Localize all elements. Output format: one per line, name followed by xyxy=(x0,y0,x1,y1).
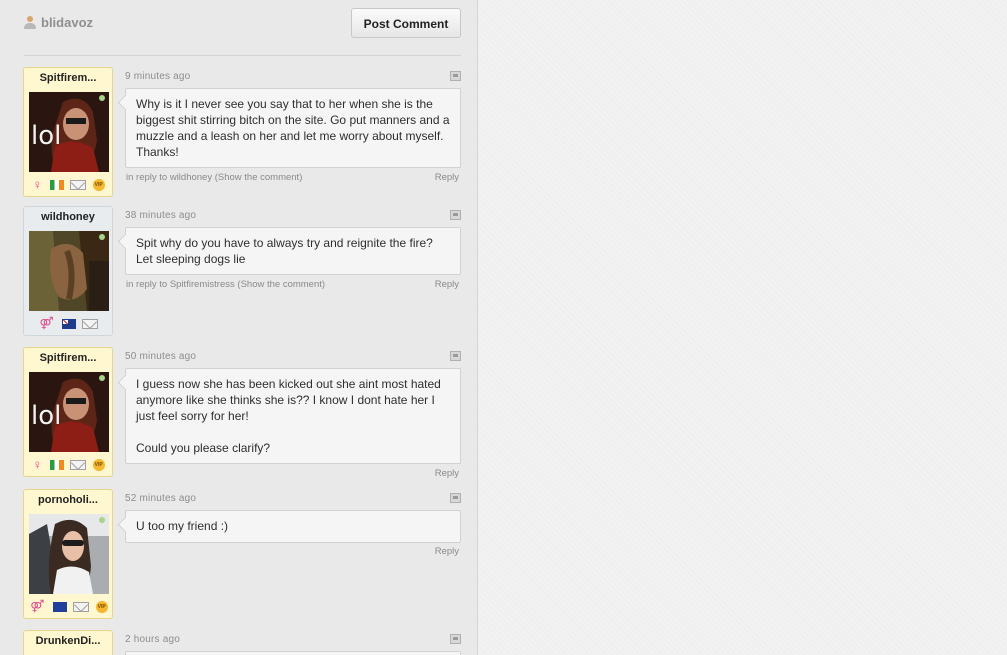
reply-link[interactable]: Reply xyxy=(435,172,459,183)
reply-link[interactable]: Reply xyxy=(435,279,459,290)
message-icon[interactable] xyxy=(82,318,99,329)
comment-time: 2 hours ago xyxy=(125,634,181,645)
comment-footer: in reply to Spitfiremistress (Show the c… xyxy=(125,279,461,291)
online-status-icon xyxy=(99,375,105,381)
online-status-icon xyxy=(99,234,105,240)
message-icon[interactable] xyxy=(70,459,87,470)
page: blidavoz Post Comment Spitfirem... lol ♀… xyxy=(0,0,1007,655)
comment-footer: Reply xyxy=(125,468,461,480)
avatar[interactable] xyxy=(29,514,109,594)
show-comment-link[interactable]: (Show the comment) xyxy=(215,172,303,183)
message-icon[interactable] xyxy=(73,601,90,612)
comment-author[interactable]: Spitfirem... xyxy=(24,348,112,368)
female-icon: ♀ xyxy=(32,177,43,193)
user-icon xyxy=(24,16,36,30)
report-flag-icon[interactable] xyxy=(450,634,461,644)
user-card[interactable]: Spitfirem... lol ♀ VIP xyxy=(23,67,113,197)
comment-time: 9 minutes ago xyxy=(125,71,191,82)
report-flag-icon[interactable] xyxy=(450,210,461,220)
comment-item: wildhoney ⚤ 38 minutes ago Spit why do y… xyxy=(23,206,461,336)
comment-item: pornoholi... ⚤ VIP 52 minutes ago U too … xyxy=(23,489,461,619)
in-reply-to-label: in reply to xyxy=(126,279,168,290)
comment-text: I guess now she has been kicked out she … xyxy=(125,368,461,464)
user-card[interactable]: Spitfirem... lol ♀ VIP xyxy=(23,347,113,477)
couple-icon: ⚤ xyxy=(39,316,54,331)
female-icon: ♀ xyxy=(32,457,43,473)
couple-icon: ⚤ xyxy=(30,599,45,614)
svg-text:lol: lol xyxy=(31,401,61,431)
online-status-icon xyxy=(99,517,105,523)
ireland-flag-icon xyxy=(49,459,64,470)
message-icon[interactable] xyxy=(70,179,87,190)
vip-icon: VIP xyxy=(92,178,105,191)
user-badges: ♀ VIP xyxy=(24,176,112,193)
ireland-flag-icon xyxy=(49,179,64,190)
vip-icon: VIP xyxy=(95,600,108,613)
comment-author[interactable]: DrunkenDi... xyxy=(24,631,112,651)
comment-time: 50 minutes ago xyxy=(125,351,197,362)
user-card[interactable]: DrunkenDi... xyxy=(23,630,113,655)
comment-author[interactable]: wildhoney xyxy=(24,207,112,227)
report-flag-icon[interactable] xyxy=(450,351,461,361)
comment-time: 52 minutes ago xyxy=(125,493,197,504)
report-flag-icon[interactable] xyxy=(450,71,461,81)
reply-to-user-link[interactable]: wildhoney xyxy=(170,172,212,183)
comments-panel: blidavoz Post Comment Spitfirem... lol ♀… xyxy=(0,0,478,655)
reply-link[interactable]: Reply xyxy=(435,468,459,479)
in-reply-to-label: in reply to xyxy=(126,172,168,183)
user-card[interactable]: wildhoney ⚤ xyxy=(23,206,113,336)
comment-item: Spitfirem... lol ♀ VI xyxy=(23,347,461,480)
user-badges: ⚤ VIP xyxy=(24,598,112,614)
comment-author[interactable]: Spitfirem... xyxy=(24,68,112,88)
avatar[interactable] xyxy=(29,231,109,311)
avatar[interactable]: lol xyxy=(29,92,109,172)
comment-item: Spitfirem... lol ♀ VI xyxy=(23,67,461,197)
comment-author[interactable]: pornoholi... xyxy=(24,490,112,510)
australia-flag-icon xyxy=(62,318,76,329)
show-comment-link[interactable]: (Show the comment) xyxy=(237,279,325,290)
comment-time: 38 minutes ago xyxy=(125,210,197,221)
comment-item: DrunkenDi... 2 hours ago xyxy=(23,630,461,655)
current-username[interactable]: blidavoz xyxy=(41,15,93,30)
user-badges: ⚤ xyxy=(24,315,112,331)
comment-footer: in reply to wildhoney (Show the comment)… xyxy=(125,172,461,184)
report-flag-icon[interactable] xyxy=(450,493,461,503)
comment-text: Spit why do you have to always try and r… xyxy=(125,227,461,275)
post-comment-button[interactable]: Post Comment xyxy=(351,8,461,38)
in-reply-to: in reply to wildhoney (Show the comment) xyxy=(126,172,302,183)
user-badges: ♀ VIP xyxy=(24,456,112,473)
comment-header: blidavoz Post Comment xyxy=(24,8,461,54)
reply-link[interactable]: Reply xyxy=(435,546,459,557)
comment-text: U too my friend :) xyxy=(125,510,461,543)
header-divider xyxy=(24,55,461,56)
comment-text xyxy=(125,651,461,655)
in-reply-to: in reply to Spitfiremistress (Show the c… xyxy=(126,279,325,290)
avatar[interactable]: lol xyxy=(29,372,109,452)
comment-text: Why is it I never see you say that to he… xyxy=(125,88,461,168)
comment-footer: Reply xyxy=(125,546,461,558)
online-status-icon xyxy=(99,95,105,101)
vip-icon: VIP xyxy=(92,458,105,471)
user-card[interactable]: pornoholi... ⚤ VIP xyxy=(23,489,113,619)
eu-flag-icon xyxy=(52,601,67,612)
svg-text:lol: lol xyxy=(31,121,61,151)
reply-to-user-link[interactable]: Spitfiremistress xyxy=(170,279,235,290)
